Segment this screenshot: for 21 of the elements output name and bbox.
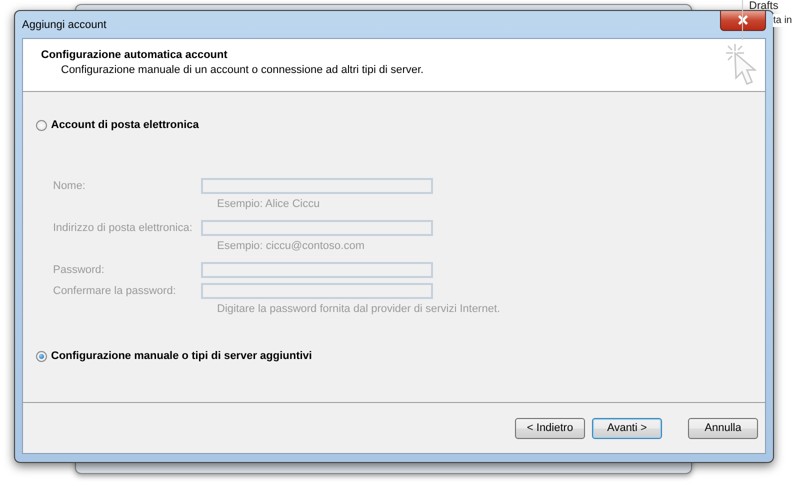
- field-label: Nome:: [53, 179, 86, 194]
- header-title: Configurazione automatica account: [41, 48, 228, 63]
- radio-button[interactable]: [36, 350, 47, 362]
- field-hint: Esempio: Alice Ciccu: [216, 197, 320, 211]
- close-button[interactable]: [720, 10, 766, 30]
- close-icon: [737, 15, 749, 25]
- wizard-button[interactable]: Annulla: [688, 418, 758, 438]
- field-label: Password:: [53, 263, 106, 278]
- field-label: Indirizzo di posta elettronica:: [53, 221, 194, 236]
- wizard-button[interactable]: Avanti >: [592, 418, 662, 438]
- radio-button[interactable]: [36, 120, 47, 130]
- field-hint: Digitare la password fornita dal provider di servizi Internet.: [216, 302, 500, 316]
- field-label: Confermare la password:: [53, 284, 177, 299]
- header-subtitle: Configurazione manuale di un account o connessione ad altri tipi di server.: [60, 63, 424, 78]
- field-hint: Esempio: ciccu@contoso.com: [216, 239, 365, 253]
- folder-label: ta in: [773, 14, 793, 27]
- option-label[interactable]: Configurazione manuale o tipi di server aggiuntivi: [51, 350, 312, 362]
- wizard-button[interactable]: < Indietro: [515, 418, 585, 438]
- option-label[interactable]: Account di posta elettronica: [51, 119, 199, 131]
- window-title: Aggiungi account: [22, 18, 106, 30]
- folder-label: Drafts: [749, 0, 780, 13]
